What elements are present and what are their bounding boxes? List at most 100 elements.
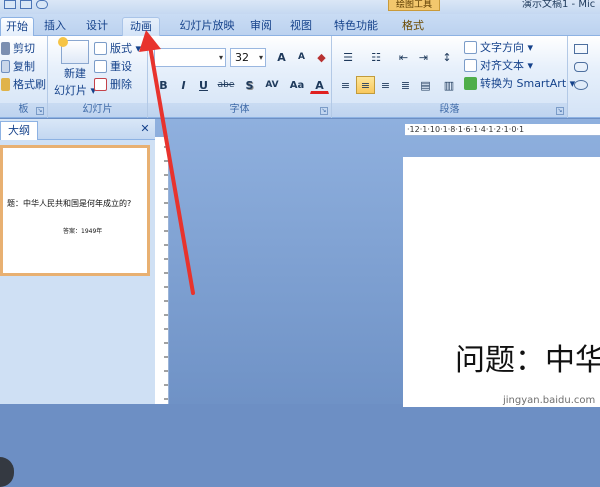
undo-icon[interactable] [4,0,16,9]
slide-thumbnail-content: 题：中华人民共和国是何年成立的? 答案：1949年 [3,148,147,273]
clear-format-icon[interactable]: ◆ [312,48,331,66]
new-slide-icon [58,37,90,64]
smartart-icon [464,76,477,90]
paragraph-group: ☰ ☷ ⇤ ⇥ ↕ 文字方向 ▾ 对齐文本 ▾ 转换为 SmartArt ▾ ≡… [332,36,575,118]
reset-button[interactable]: 重设 [94,58,132,74]
watermark: jingyan.baidu.com [503,395,596,406]
slides-group: 新建 幻灯片 ▾ 版式 ▾ 重设 删除 幻灯片 [48,36,148,118]
thumb-answer-text: 答案：1949年 [63,228,103,235]
line-spacing-icon[interactable]: ↕ [436,48,458,66]
vertical-ruler [155,137,169,404]
tab-view[interactable]: 视图 [284,17,318,36]
justify-icon[interactable]: ≣ [396,76,415,94]
change-case-button[interactable]: Aa [286,76,308,94]
strikethrough-button[interactable]: abe [214,76,238,94]
decrease-indent-icon[interactable]: ⇤ [394,48,413,66]
align-text-icon [464,58,477,72]
align-right-icon[interactable]: ≡ [376,76,395,94]
font-group: ▾ 32 ▾ A A ◆ B I U abe S AV Aa A 字体 ↘ [148,36,332,118]
text-direction-button[interactable]: 文字方向 ▾ [464,39,533,55]
new-slide-button[interactable]: 新建 幻灯片 ▾ [54,37,97,98]
font-launcher-icon[interactable]: ↘ [320,107,328,115]
bullets-icon[interactable]: ☰ [336,48,360,66]
smartart-label: 转换为 SmartArt ▾ [480,77,576,90]
paintbrush-icon [1,77,10,91]
bold-button[interactable]: B [154,76,173,94]
redo-icon[interactable] [36,0,48,9]
clipboard-group: 剪切 复制 格式刷 板 ↘ [0,36,48,118]
cut-button[interactable]: 剪切 [1,40,35,56]
slide-thumbnail[interactable]: 题：中华人民共和国是何年成立的? 答案：1949年 [0,145,150,276]
copy-label: 复制 [13,60,35,73]
font-name-dropdown-icon[interactable]: ▾ [219,49,223,66]
tab-home[interactable]: 开始 [0,17,34,36]
new-slide-label-2: 幻灯片 ▾ [54,84,97,97]
font-size-combo[interactable]: 32 ▾ [230,48,266,67]
align-text-label: 对齐文本 ▾ [480,59,534,72]
slides-outline-pane: 大纲 ✕ 题：中华人民共和国是何年成立的? 答案：1949年 [0,119,155,487]
font-color-button[interactable]: A [310,76,329,94]
cut-label: 剪切 [13,42,35,55]
contextual-tools-label: 绘图工具 [388,0,440,11]
slide-page[interactable]: 问题：中华 jingyan.baidu.com [403,157,600,407]
font-size-dropdown-icon[interactable]: ▾ [259,49,263,66]
thumb-question-text: 题：中华人民共和国是何年成立的? [7,199,132,208]
new-slide-label-1: 新建 [64,67,87,80]
vertical-ruler-ticks [164,146,168,400]
align-left-icon[interactable]: ≡ [336,76,355,94]
dropdown-icon[interactable] [20,0,32,9]
font-name-combo[interactable]: ▾ [154,48,226,67]
pane-tab-strip: 大纲 ✕ [0,119,155,140]
distribute-icon[interactable]: ▤ [416,76,435,94]
font-size-value: 32 [235,51,249,64]
format-painter-button[interactable]: 格式刷 [1,76,46,92]
shrink-font-button[interactable]: A [292,48,311,66]
oval-shape-icon[interactable] [574,80,588,90]
tab-insert[interactable]: 插入 [38,17,72,36]
close-icon[interactable]: ✕ [138,122,152,136]
italic-button[interactable]: I [174,76,193,94]
drawing-group [568,36,600,118]
paragraph-launcher-icon[interactable]: ↘ [556,107,564,115]
slide-title-text[interactable]: 问题：中华 [455,335,600,379]
tab-review[interactable]: 审阅 [244,17,278,36]
slides-group-label: 幻灯片 [48,103,147,117]
tab-design[interactable]: 设计 [80,17,114,36]
rectangle-shape-icon[interactable] [574,44,588,54]
layout-icon [94,41,107,55]
slide-canvas-area: ·12·1·10·1·8·1·6·1·4·1·2·1·0·1 问题：中华 jin… [155,119,600,407]
tab-slideshow[interactable]: 幻灯片放映 [170,17,244,36]
shadow-button[interactable]: S [240,76,259,94]
align-center-icon[interactable]: ≡ [356,76,375,94]
convert-smartart-button[interactable]: 转换为 SmartArt ▾ [464,75,575,91]
tab-animations[interactable]: 动画 [122,17,160,36]
align-text-button[interactable]: 对齐文本 ▾ [464,57,533,73]
char-spacing-button[interactable]: AV [260,76,284,94]
paragraph-group-label: 段落 [332,103,567,117]
rounded-shape-icon[interactable] [574,62,588,72]
numbering-icon[interactable]: ☷ [364,48,388,66]
text-direction-label: 文字方向 ▾ [480,41,534,54]
increase-indent-icon[interactable]: ⇥ [414,48,433,66]
layout-label: 版式 ▾ [110,42,142,55]
delete-icon [94,77,107,91]
columns-icon[interactable]: ▥ [438,76,460,94]
reset-label: 重设 [110,60,132,73]
underline-button[interactable]: U [194,76,213,94]
ribbon-tab-bar: 开始 插入 设计 动画 幻灯片放映 审阅 视图 特色功能 格式 [0,14,600,36]
delete-slide-button[interactable]: 删除 [94,76,132,92]
tab-outline[interactable]: 大纲 [0,121,38,140]
layout-button[interactable]: 版式 ▾ [94,40,141,56]
delete-label: 删除 [110,78,132,91]
copy-button[interactable]: 复制 [1,58,35,74]
pane-scroll-handle[interactable] [0,457,14,487]
ribbon: 剪切 复制 格式刷 板 ↘ 新建 幻灯片 ▾ 版式 ▾ 重设 删除 幻灯片 ▾ … [0,36,600,118]
grow-font-button[interactable]: A [272,48,291,66]
tab-format[interactable]: 格式 [396,17,430,36]
copy-icon [1,59,10,73]
clipboard-launcher-icon[interactable]: ↘ [36,107,44,115]
window-title: 演示文稿1 - Mic [522,0,596,10]
title-bar: 绘图工具 演示文稿1 - Mic [0,0,600,14]
tab-special-features[interactable]: 特色功能 [328,17,384,36]
text-direction-icon [464,40,477,54]
